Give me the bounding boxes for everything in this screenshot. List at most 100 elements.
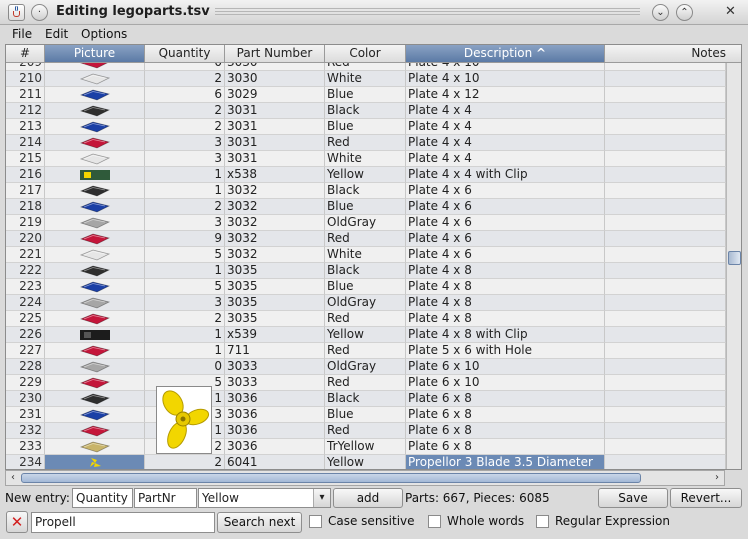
cell-part-number[interactable]: 711 <box>225 343 325 359</box>
cell-color[interactable]: White <box>325 247 406 263</box>
cell-index[interactable]: 219 <box>6 215 45 231</box>
scroll-right-arrow-icon[interactable]: › <box>710 471 724 485</box>
cell-description[interactable]: Plate 6 x 8 <box>406 423 605 439</box>
cell-notes[interactable] <box>605 439 726 455</box>
table-row[interactable]: 225 2 3035 Red Plate 4 x 8 <box>6 311 726 327</box>
cell-notes[interactable] <box>605 327 726 343</box>
cell-picture[interactable] <box>45 295 145 311</box>
cell-description[interactable]: Plate 4 x 6 <box>406 215 605 231</box>
maximize-icon[interactable]: ⌃ <box>676 4 693 21</box>
cell-notes[interactable] <box>605 295 726 311</box>
cell-notes[interactable] <box>605 151 726 167</box>
cell-index[interactable]: 229 <box>6 375 45 391</box>
cell-color[interactable]: Blue <box>325 87 406 103</box>
cell-quantity[interactable]: 2 <box>145 199 225 215</box>
table-row[interactable]: 214 3 3031 Red Plate 4 x 4 <box>6 135 726 151</box>
table-row[interactable]: 210 2 3030 White Plate 4 x 10 <box>6 71 726 87</box>
cell-part-number[interactable]: 6041 <box>225 455 325 469</box>
table-row[interactable]: 220 9 3032 Red Plate 4 x 6 <box>6 231 726 247</box>
cell-picture[interactable] <box>45 183 145 199</box>
cell-color[interactable]: OldGray <box>325 359 406 375</box>
column-header-quantity[interactable]: Quantity <box>145 45 225 63</box>
cell-notes[interactable] <box>605 455 726 469</box>
cell-part-number[interactable]: 3036 <box>225 439 325 455</box>
cell-description[interactable]: Plate 6 x 10 <box>406 375 605 391</box>
chevron-down-icon[interactable]: ▾ <box>313 489 330 507</box>
save-button[interactable]: Save <box>598 488 668 508</box>
cell-color[interactable]: Red <box>325 423 406 439</box>
cell-picture[interactable] <box>45 311 145 327</box>
horizontal-scrollbar-thumb[interactable] <box>21 473 641 483</box>
cell-quantity[interactable]: 3 <box>145 135 225 151</box>
cell-part-number[interactable]: 3036 <box>225 391 325 407</box>
column-header-color[interactable]: Color <box>325 45 406 63</box>
cell-color[interactable]: Black <box>325 391 406 407</box>
cell-description[interactable]: Plate 4 x 8 <box>406 311 605 327</box>
close-search-icon[interactable]: ✕ <box>6 511 28 533</box>
cell-picture[interactable] <box>45 263 145 279</box>
cell-picture[interactable] <box>45 423 145 439</box>
cell-description[interactable]: Plate 6 x 8 <box>406 439 605 455</box>
table-row[interactable]: 228 0 3033 OldGray Plate 6 x 10 <box>6 359 726 375</box>
cell-picture[interactable] <box>45 247 145 263</box>
cell-index[interactable]: 210 <box>6 71 45 87</box>
cell-part-number[interactable]: 3032 <box>225 183 325 199</box>
cell-color[interactable]: Blue <box>325 199 406 215</box>
cell-index[interactable]: 220 <box>6 231 45 247</box>
table-row[interactable]: 233 2 3036 TrYellow Plate 6 x 8 <box>6 439 726 455</box>
menu-file[interactable]: File <box>12 27 32 41</box>
cell-index[interactable]: 221 <box>6 247 45 263</box>
cell-quantity[interactable]: 0 <box>145 63 225 71</box>
cell-color[interactable]: Red <box>325 343 406 359</box>
cell-quantity[interactable]: 9 <box>145 231 225 247</box>
cell-picture[interactable] <box>45 231 145 247</box>
cell-color[interactable]: Black <box>325 103 406 119</box>
table-row[interactable]: 222 1 3035 Black Plate 4 x 8 <box>6 263 726 279</box>
cell-picture[interactable] <box>45 71 145 87</box>
cell-picture[interactable] <box>45 63 145 71</box>
cell-description[interactable]: Plate 4 x 4 <box>406 119 605 135</box>
cell-description[interactable]: Plate 4 x 8 <box>406 279 605 295</box>
cell-description[interactable]: Plate 6 x 8 <box>406 391 605 407</box>
cell-notes[interactable] <box>605 183 726 199</box>
cell-color[interactable]: Black <box>325 183 406 199</box>
cell-description[interactable]: Plate 4 x 4 <box>406 135 605 151</box>
horizontal-scrollbar[interactable]: ‹ › <box>5 470 725 486</box>
cell-part-number[interactable]: 3029 <box>225 87 325 103</box>
cell-color[interactable]: Red <box>325 311 406 327</box>
revert-button[interactable]: Revert... <box>670 488 742 508</box>
cell-color[interactable]: Blue <box>325 119 406 135</box>
cell-color[interactable]: OldGray <box>325 215 406 231</box>
color-select[interactable]: Yellow ▾ <box>198 488 331 508</box>
cell-picture[interactable] <box>45 439 145 455</box>
cell-notes[interactable] <box>605 311 726 327</box>
cell-index[interactable]: 212 <box>6 103 45 119</box>
cell-part-number[interactable]: 3031 <box>225 119 325 135</box>
table-row[interactable]: 221 5 3032 White Plate 4 x 6 <box>6 247 726 263</box>
cell-index[interactable]: 218 <box>6 199 45 215</box>
cell-notes[interactable] <box>605 263 726 279</box>
cell-description[interactable]: Plate 6 x 8 <box>406 407 605 423</box>
window-menu-icon[interactable]: · <box>31 4 48 21</box>
cell-index[interactable]: 217 <box>6 183 45 199</box>
cell-part-number[interactable]: 3032 <box>225 231 325 247</box>
cell-description[interactable]: Plate 4 x 8 <box>406 263 605 279</box>
cell-quantity[interactable]: 1 <box>145 183 225 199</box>
cell-part-number[interactable]: 3033 <box>225 375 325 391</box>
table-row[interactable]: 232 1 3036 Red Plate 6 x 8 <box>6 423 726 439</box>
cell-description[interactable]: Plate 6 x 10 <box>406 359 605 375</box>
search-next-button[interactable]: Search next <box>217 512 302 533</box>
cell-color[interactable]: White <box>325 151 406 167</box>
cell-index[interactable]: 224 <box>6 295 45 311</box>
cell-notes[interactable] <box>605 391 726 407</box>
cell-color[interactable]: Yellow <box>325 455 406 469</box>
cell-part-number[interactable]: 3031 <box>225 103 325 119</box>
cell-part-number[interactable]: 3035 <box>225 263 325 279</box>
cell-picture[interactable] <box>45 279 145 295</box>
column-header-part-number[interactable]: Part Number <box>225 45 325 63</box>
cell-index[interactable]: 222 <box>6 263 45 279</box>
table-row[interactable]: 230 1 3036 Black Plate 6 x 8 <box>6 391 726 407</box>
cell-notes[interactable] <box>605 199 726 215</box>
cell-quantity[interactable]: 3 <box>145 295 225 311</box>
cell-index[interactable]: 215 <box>6 151 45 167</box>
